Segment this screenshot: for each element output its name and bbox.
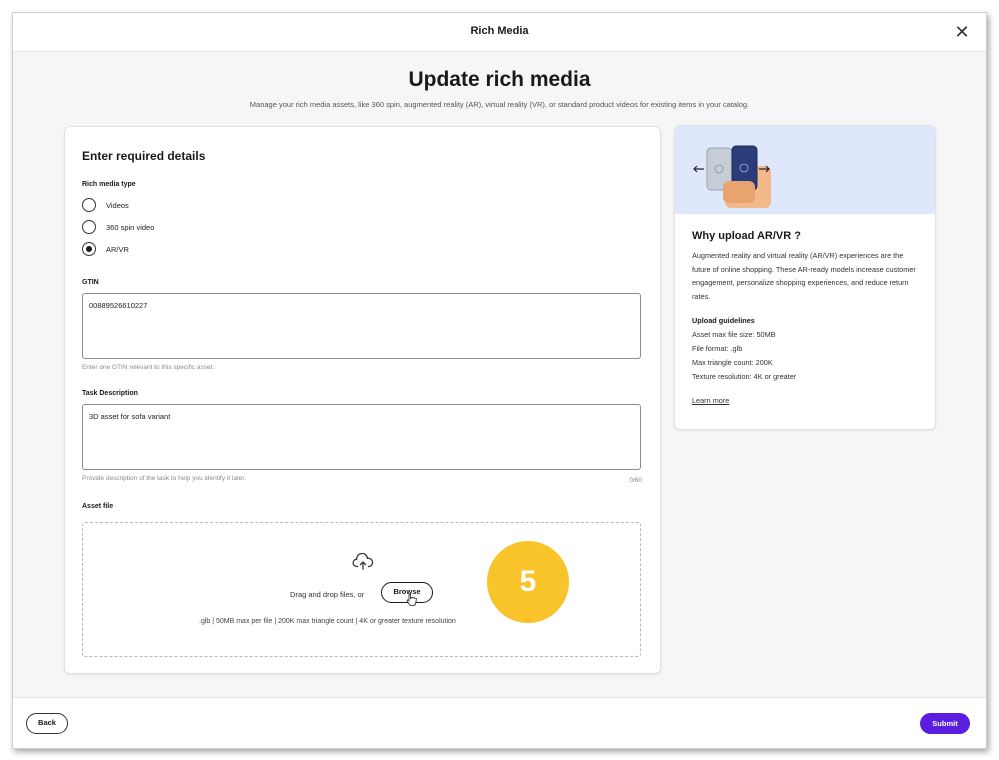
modal-header: Rich Media ✕ — [13, 13, 986, 52]
info-hero-banner — [675, 126, 935, 214]
guideline-item: Texture resolution: 4K or greater — [692, 372, 797, 381]
info-card: Why upload AR/VR ? Augmented reality and… — [674, 125, 936, 430]
page-title: Update rich media — [408, 68, 591, 91]
radio-button-selected[interactable] — [82, 242, 96, 256]
radio-button[interactable] — [82, 198, 96, 212]
character-counter: 0/60 — [629, 477, 642, 484]
info-title: Why upload AR/VR ? — [692, 230, 801, 242]
file-requirements-text: .glb | 50MB max per file | 200K max tria… — [199, 618, 456, 625]
details-form-card: Enter required details Rich media type V… — [64, 126, 661, 674]
submit-button[interactable]: Submit — [920, 713, 970, 734]
gtin-input[interactable]: 00889526610227 — [82, 293, 641, 359]
radio-label: Videos — [106, 200, 129, 210]
rich-media-modal: Rich Media ✕ Update rich media Manage yo… — [12, 12, 987, 749]
back-button[interactable]: Back — [26, 713, 68, 734]
guidelines-title: Upload guidelines — [692, 316, 755, 325]
task-description-textarea[interactable]: 3D asset for sofa variant — [82, 404, 641, 470]
phone-illustration — [693, 145, 771, 208]
info-body-text: Augmented reality and virtual reality (A… — [692, 251, 916, 301]
radio-option-videos[interactable]: Videos — [82, 197, 129, 213]
guideline-item: Max triangle count: 200K — [692, 358, 773, 367]
step-number-badge: 5 — [487, 541, 569, 623]
arrow-left-icon — [693, 165, 704, 173]
pointer-cursor-icon — [406, 593, 417, 606]
page-subtitle: Manage your rich media assets, like 360 … — [249, 100, 750, 109]
radio-label: 360 spin video — [106, 222, 155, 232]
guideline-item: Asset max file size: 50MB — [692, 330, 776, 339]
learn-more-link[interactable]: Learn more — [692, 396, 729, 405]
drag-drop-text: Drag and drop files, or — [290, 590, 365, 599]
radio-option-360-spin[interactable]: 360 spin video — [82, 219, 154, 235]
task-description-label: Task Description — [82, 390, 138, 397]
radio-button[interactable] — [82, 220, 96, 234]
guideline-item: File format: .glb — [692, 344, 743, 353]
task-helper-text: Provide description of the task to help … — [82, 475, 247, 482]
modal-title: Rich Media — [470, 25, 529, 37]
gtin-helper-text: Enter one GTIN relevant to this specific… — [82, 364, 215, 371]
upload-cloud-icon — [352, 553, 374, 570]
close-icon[interactable]: ✕ — [952, 22, 972, 42]
radio-option-ar-vr[interactable]: AR/VR — [82, 241, 129, 257]
radio-label: AR/VR — [106, 244, 129, 254]
modal-footer: Back Submit — [13, 697, 986, 748]
asset-file-label: Asset file — [82, 503, 114, 510]
media-type-label: Rich media type — [82, 181, 136, 188]
form-card-title: Enter required details — [82, 149, 206, 163]
gtin-label: GTIN — [82, 279, 99, 286]
